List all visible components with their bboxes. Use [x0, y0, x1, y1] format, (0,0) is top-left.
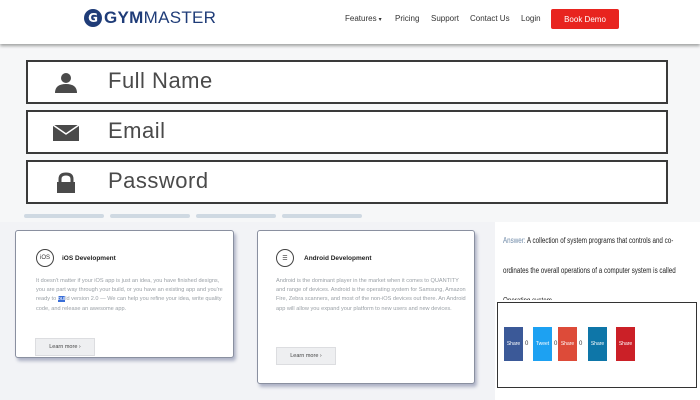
card-title: Android Development [304, 255, 372, 262]
tab-indicator [282, 214, 362, 218]
learn-more-button[interactable]: Learn more › [276, 347, 336, 365]
answer-panel: Answer: A collection of system programs … [500, 222, 700, 300]
android-development-card: ☰ Android Development Android is the dom… [257, 230, 475, 384]
card-description: Android is the dominant player in the ma… [276, 278, 466, 312]
tab-indicator [196, 214, 276, 218]
linkedin-share-button[interactable]: Share [588, 327, 607, 361]
tab-indicator [110, 214, 190, 218]
pinterest-share-button[interactable]: Share [616, 327, 635, 361]
nav-item-contact-us[interactable]: Contact Us [470, 14, 510, 24]
share-count: 0 [554, 341, 558, 347]
full-name-placeholder: Full Name [108, 68, 213, 93]
email-placeholder: Email [108, 118, 166, 143]
nav-item-pricing[interactable]: Pricing [395, 14, 419, 24]
nav-item-features[interactable]: Features ▾ [345, 14, 382, 25]
nav-item-support[interactable]: Support [431, 14, 459, 24]
lock-icon [57, 172, 75, 193]
share-count: 0 [579, 341, 583, 347]
email-field[interactable]: Email [26, 110, 668, 154]
card-title: iOS Development [62, 255, 116, 262]
learn-more-button[interactable]: Learn more › [35, 338, 95, 356]
chevron-down-icon: ▾ [378, 17, 382, 23]
ios-icon: iOS [36, 249, 54, 267]
password-placeholder: Password [108, 168, 209, 193]
google-plus-share-button[interactable]: Share [558, 327, 577, 361]
twitter-tweet-button[interactable]: Tweet [533, 327, 552, 361]
card-description: It doesn't matter if your iOS app is jus… [36, 278, 223, 312]
android-icon: ☰ [276, 249, 294, 267]
user-icon [55, 73, 77, 93]
signup-form: Full Name Email Password [0, 44, 700, 222]
answer-text: Answer: A collection of system programs … [503, 236, 676, 300]
facebook-share-button[interactable]: Share [504, 327, 523, 361]
share-count: 0 [525, 341, 529, 347]
envelope-icon [52, 124, 80, 141]
full-name-field[interactable]: Full Name [26, 60, 668, 104]
share-bar: Share 0 Tweet 0 Share 0 Share Share [497, 302, 697, 388]
tab-indicator [24, 214, 104, 218]
site-header: G GYMMASTER Features ▾ Pricing Support Co… [0, 0, 700, 44]
book-demo-button[interactable]: Book Demo [551, 9, 619, 29]
services-section: iOS iOS Development It doesn't matter if… [0, 222, 495, 400]
nav-item-login[interactable]: Login [521, 14, 541, 24]
password-field[interactable]: Password [26, 160, 668, 204]
ios-development-card: iOS iOS Development It doesn't matter if… [15, 230, 234, 358]
